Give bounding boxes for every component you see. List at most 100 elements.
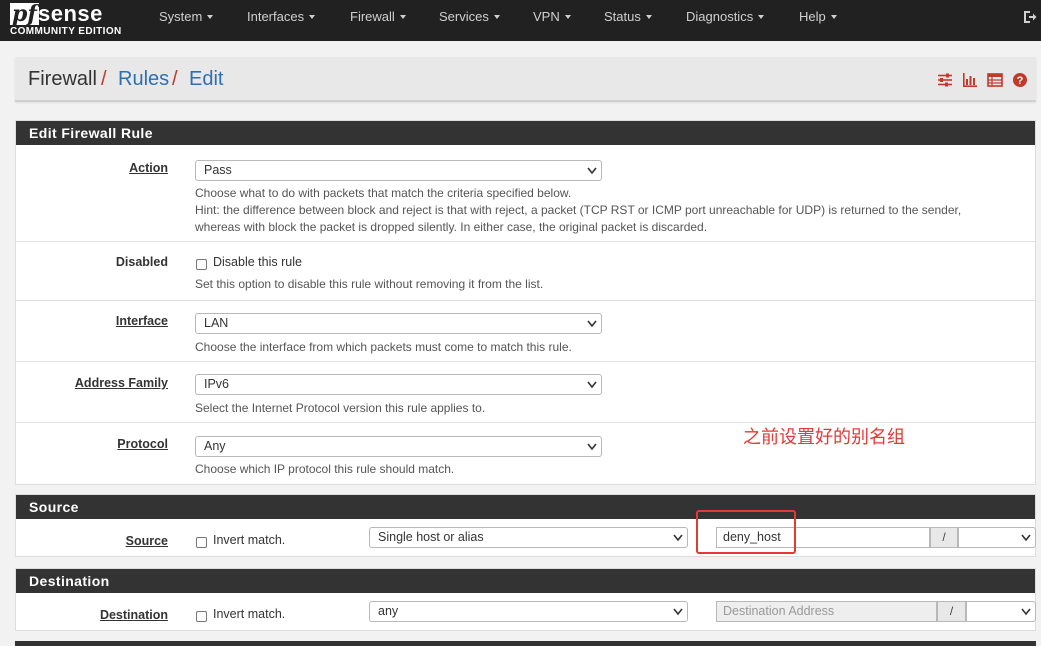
protocol-help: Choose which IP protocol this rule shoul… [195,462,455,476]
breadcrumb-toolbar: ? [937,72,1029,88]
action-label: Action [129,161,168,175]
nav-system-label: System [159,9,203,24]
caret-down-icon [645,15,652,19]
destination-invert-text: Invert match. [213,607,286,621]
destination-mask-separator: / [937,601,966,622]
nav-diagnostics[interactable]: Diagnostics [686,0,765,41]
destination-row: Destination Invert match. any Destinatio… [16,593,1036,631]
source-type-value: Single host or alias [378,530,484,544]
destination-address-input[interactable]: Destination Address [716,601,937,622]
source-row: Source Invert match. Single host or alia… [16,519,1036,557]
disabled-row: Disabled Disable this rule Set this opti… [16,242,1035,301]
breadcrumb-separator: / [172,68,178,90]
action-help-line: Hint: the difference between block and r… [195,203,962,217]
interface-label: Interface [115,314,168,328]
caret-down-icon [493,15,500,19]
chevron-down-icon [673,608,683,616]
table-icon[interactable] [987,72,1003,88]
action-help: Choose what to do with packets that matc… [195,185,961,236]
chevron-down-icon [587,381,597,389]
nav-firewall-label: Firewall [350,9,395,24]
interface-help: Choose the interface from which packets … [195,340,572,354]
destination-panel-title: Destination [16,569,1035,593]
breadcrumb: Firewall / Rules / Edit ? [15,57,1036,102]
source-invert-checkbox[interactable] [196,537,207,548]
caret-down-icon [758,15,765,19]
caret-down-icon [207,15,214,19]
destination-label: Destination [99,608,168,622]
action-select[interactable]: Pass [195,160,602,181]
disable-rule-checkbox[interactable] [196,259,207,270]
nav-status[interactable]: Status [604,0,652,41]
destination-panel: Destination Destination Invert match. an… [15,568,1036,631]
action-select-value: Pass [204,163,232,177]
nav-system[interactable]: System [159,0,214,41]
destination-invert-checkbox[interactable] [196,611,207,622]
next-panel-heading [15,641,1036,646]
destination-type-select[interactable]: any [369,601,688,622]
protocol-label: Protocol [117,437,168,451]
logo-sense: sense [38,1,103,26]
bar-chart-icon[interactable] [962,72,978,88]
nav-vpn-label: VPN [533,9,560,24]
disable-rule-text: Disable this rule [213,255,302,269]
breadcrumb-firewall: Firewall [28,68,97,90]
annotation-text: 之前设置好的别名组 [743,427,905,448]
logo-pf: pf [10,1,39,27]
action-help-line: whereas with block the packet is dropped… [195,220,708,234]
address-family-select[interactable]: IPv6 [195,374,602,395]
interface-select-value: LAN [204,316,229,330]
caret-down-icon [309,15,316,19]
action-help-line: Choose what to do with packets that matc… [195,186,572,200]
chevron-down-icon [587,320,597,328]
nav-help-label: Help [799,9,826,24]
nav-status-label: Status [604,9,641,24]
nav-services[interactable]: Services [439,0,500,41]
breadcrumb-rules-link[interactable]: Rules [118,68,169,91]
chevron-down-icon [1021,608,1031,616]
nav-services-label: Services [439,9,489,24]
destination-address-placeholder: Destination Address [723,604,835,618]
destination-mask-select[interactable] [966,601,1036,622]
caret-down-icon [399,15,406,19]
nav-interfaces[interactable]: Interfaces [247,0,316,41]
breadcrumb-separator: / [101,68,107,90]
chevron-down-icon [673,534,683,542]
caret-down-icon [830,15,837,19]
disabled-help: Set this option to disable this rule wit… [195,277,544,291]
source-mask-select[interactable] [958,527,1036,548]
chevron-down-icon [1021,534,1031,542]
address-family-label: Address Family [74,376,168,390]
protocol-select[interactable]: Any [195,436,602,457]
source-mask-separator: / [930,527,958,548]
sliders-icon[interactable] [937,72,953,88]
nav-help[interactable]: Help [799,0,837,41]
address-family-help: Select the Internet Protocol version thi… [195,401,486,415]
protocol-select-value: Any [204,439,226,453]
source-panel-title: Source [16,495,1035,519]
disabled-label: Disabled [115,255,168,269]
source-panel: Source Source Invert match. Single host … [15,494,1036,557]
chevron-down-icon [587,167,597,175]
caret-down-icon [564,15,571,19]
breadcrumb-edit-link[interactable]: Edit [189,68,223,91]
help-circle-icon[interactable]: ? [1012,72,1028,88]
panel-title: Edit Firewall Rule [16,121,1035,145]
interface-select[interactable]: LAN [195,313,602,334]
nav-interfaces-label: Interfaces [247,9,305,24]
nav-vpn[interactable]: VPN [533,0,571,41]
top-navbar: pf sense COMMUNITY EDITION System Interf… [0,0,1041,41]
source-type-select[interactable]: Single host or alias [369,527,688,548]
source-invert-text: Invert match. [213,533,286,547]
annotation-highlight-box [696,510,796,554]
source-label: Source [125,534,168,548]
pfsense-logo[interactable]: pf sense COMMUNITY EDITION [10,3,140,39]
nav-diagnostics-label: Diagnostics [686,9,754,24]
nav-firewall[interactable]: Firewall [350,0,406,41]
chevron-down-icon [587,443,597,451]
action-row: Action Pass Choose what to do with packe… [16,145,1035,242]
address-family-row: Address Family IPv6 Select the Internet … [16,362,1035,423]
logout-icon[interactable] [1023,10,1037,24]
svg-text:?: ? [1017,75,1024,87]
address-family-select-value: IPv6 [204,377,230,391]
